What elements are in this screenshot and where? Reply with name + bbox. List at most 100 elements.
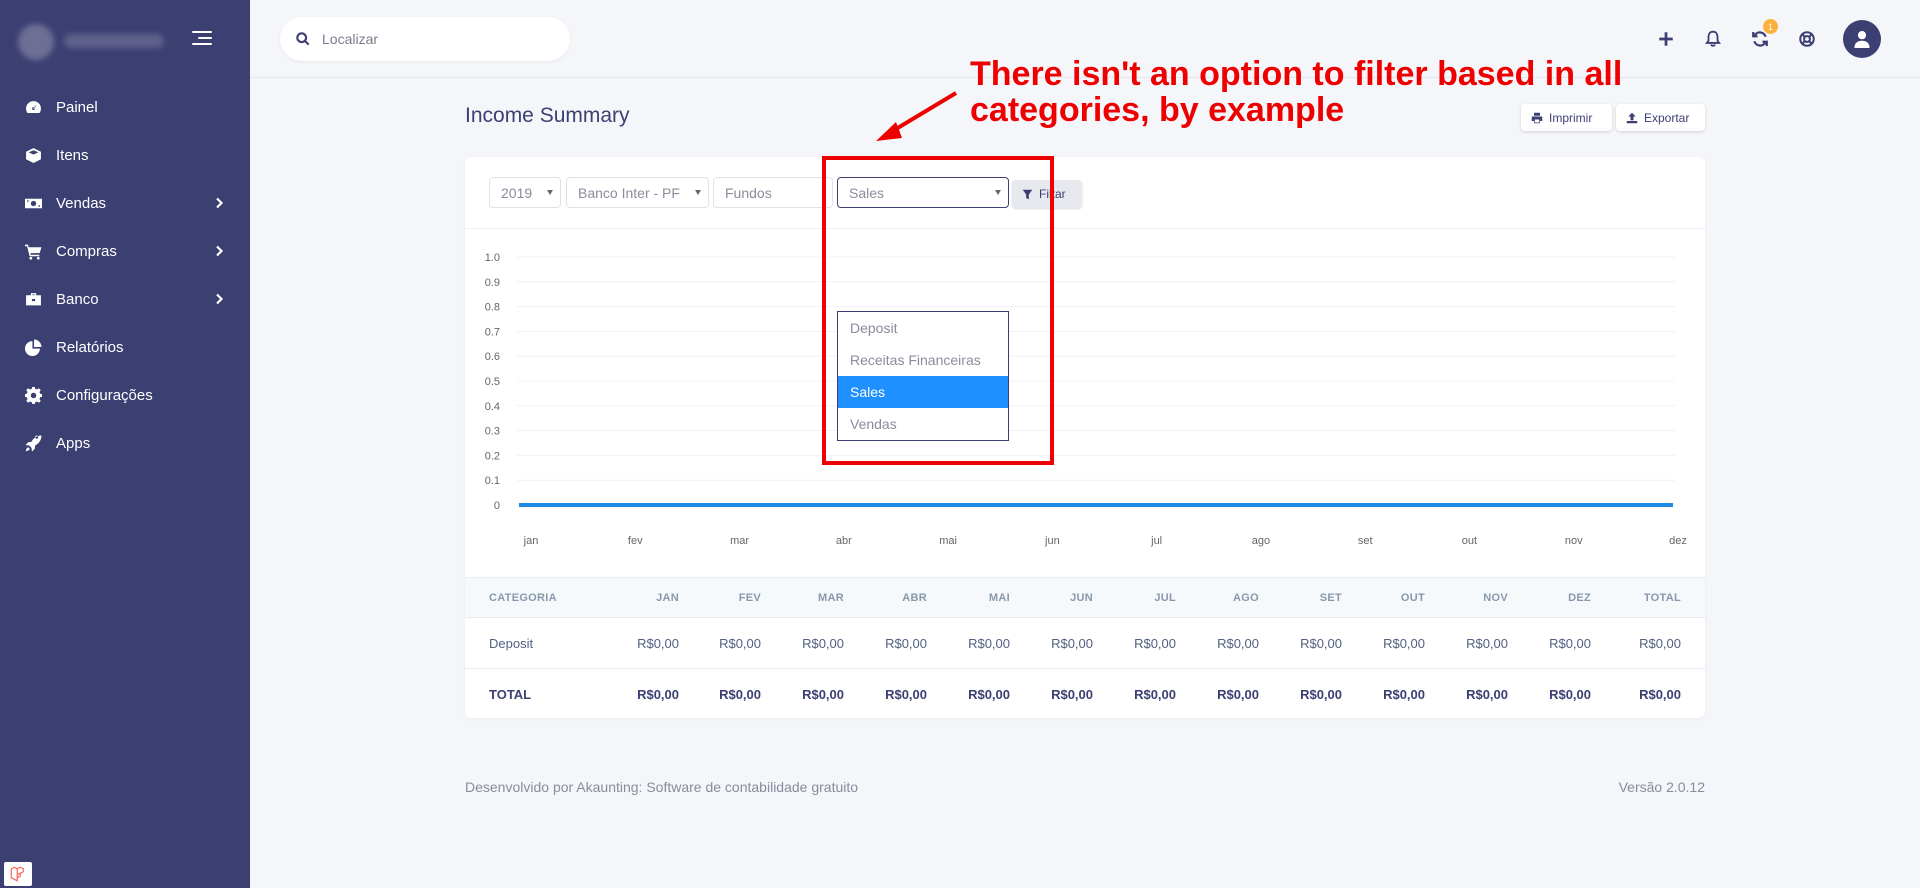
sidebar-item-apps[interactable]: Apps	[0, 419, 250, 467]
filter-button-label: Filtar	[1039, 187, 1066, 201]
gauge-icon	[24, 98, 42, 116]
table-row: Deposit R$0,00 R$0,00 R$0,00 R$0,00 R$0,00 R$0…	[465, 618, 1705, 669]
dropdown-option[interactable]: Receitas Financeiras	[838, 344, 1008, 376]
sync-badge: 1	[1763, 19, 1778, 34]
category-select-value: Sales	[849, 184, 885, 201]
sidebar-item-compras[interactable]: Compras	[0, 227, 250, 275]
sidebar-item-vendas[interactable]: Vendas	[0, 179, 250, 227]
y-tick-label: 0.2	[485, 450, 500, 462]
caret-down-icon	[547, 190, 553, 195]
x-tick-label: jun	[1044, 535, 1060, 547]
table-cell-value: R$0,00	[1217, 687, 1259, 702]
search-box[interactable]	[280, 17, 570, 61]
cart-icon	[24, 242, 42, 260]
table-cell-value: R$0,00	[968, 687, 1010, 702]
x-tick-label: fev	[628, 535, 643, 547]
sidebar-item-label: Compras	[56, 242, 117, 260]
filter-funnel-icon	[1022, 189, 1033, 199]
table-cell-value: R$0,00	[1134, 635, 1176, 651]
footer-version: Versão 2.0.12	[1618, 779, 1705, 795]
page-title: Income Summary	[465, 104, 630, 127]
annotation-text: There isn't an option to filter based in…	[970, 55, 1623, 129]
account-select[interactable]: Banco Inter - PF	[566, 177, 709, 208]
account-select-value: Banco Inter - PF	[578, 184, 680, 201]
search-icon	[296, 32, 310, 46]
dropdown-option[interactable]: Deposit	[838, 312, 1008, 344]
table-cell-value: R$0,00	[1639, 687, 1681, 702]
table-cell-value: R$0,00	[1217, 635, 1259, 651]
annotation-arrow	[876, 91, 958, 141]
rocket-icon	[24, 434, 42, 452]
x-tick-label: jul	[1150, 535, 1162, 547]
debugbar-laravel-icon[interactable]	[4, 862, 32, 886]
table-header-cell: DEZ	[1568, 591, 1591, 604]
table-cell-value: R$0,00	[637, 635, 679, 651]
customer-select-value: Fundos	[725, 184, 772, 201]
briefcase-icon	[24, 290, 42, 308]
filter-button[interactable]: Filtar	[1012, 180, 1082, 208]
table-header-cell: JAN	[656, 591, 679, 604]
table-cell-value: R$0,00	[1549, 687, 1591, 702]
pie-chart-icon	[24, 338, 42, 356]
table-total-row: TOTAL R$0,00 R$0,00 R$0,00 R$0,00 R$0,00 R$0,0…	[465, 669, 1705, 720]
caret-down-icon	[995, 190, 1001, 195]
x-tick-label: dez	[1669, 535, 1687, 547]
table-cell-value: R$0,00	[1383, 687, 1425, 702]
x-tick-label: jan	[523, 535, 539, 547]
y-tick-label: 0.4	[485, 401, 500, 413]
report-card: 2019 Banco Inter - PF Fundos Sales Filta…	[465, 157, 1705, 718]
table-cell-value: R$0,00	[1466, 635, 1508, 651]
user-avatar[interactable]	[1843, 20, 1881, 58]
y-tick-label: 0.3	[485, 426, 500, 438]
sidebar-item-label: Itens	[56, 146, 89, 164]
y-tick-label: 0.7	[485, 326, 500, 338]
sidebar-item-configuracoes[interactable]: Configurações	[0, 371, 250, 419]
table-header-cell: TOTAL	[1643, 591, 1681, 604]
caret-down-icon	[695, 190, 701, 195]
table-cell-value: R$0,00	[802, 687, 844, 702]
sidebar-item-itens[interactable]: Itens	[0, 131, 250, 179]
chevron-right-icon	[212, 244, 226, 258]
dropdown-option[interactable]: Vendas	[838, 408, 1008, 440]
y-tick-label: 0	[494, 500, 500, 512]
y-tick-label: 0.9	[485, 277, 500, 289]
y-tick-label: 0.5	[485, 376, 500, 388]
table-cell-value: R$0,00	[637, 687, 679, 702]
table-header-cell: JUN	[1070, 591, 1093, 604]
sidebar-item-label: Configurações	[56, 386, 153, 404]
sidebar-item-relatorios[interactable]: Relatórios	[0, 323, 250, 371]
sidebar-item-label: Banco	[56, 290, 99, 308]
bell-icon[interactable]	[1701, 27, 1725, 51]
category-dropdown-list: Deposit Receitas Financeiras Sales Vendas	[837, 311, 1009, 441]
plus-icon[interactable]	[1654, 27, 1678, 51]
company-logo[interactable]	[18, 22, 168, 60]
search-input[interactable]	[322, 31, 542, 47]
x-tick-label: mai	[939, 535, 957, 547]
customer-select[interactable]: Fundos	[713, 177, 833, 208]
money-bill-icon	[24, 194, 42, 212]
income-line-chart: 0 0.1 0.2 0.3 0.4 0.5 0.6 0.7 0.8 0.9 1.0 jan fev mar…	[485, 252, 1687, 547]
sidebar-item-banco[interactable]: Banco	[0, 275, 250, 323]
year-select[interactable]: 2019	[489, 177, 561, 208]
category-select[interactable]: Sales	[837, 177, 1009, 208]
y-tick-label: 0.6	[485, 351, 500, 363]
x-tick-label: mar	[730, 535, 749, 547]
y-tick-label: 0.8	[485, 302, 500, 314]
table-cell-value: R$0,00	[1051, 687, 1093, 702]
sync-icon[interactable]: 1	[1748, 19, 1778, 51]
table-header-cell: MAI	[988, 591, 1010, 604]
sidebar-item-painel[interactable]: Painel	[0, 83, 250, 131]
table-header-cell: SET	[1319, 591, 1342, 604]
table-header-cell: MAR	[818, 591, 844, 604]
x-tick-label: nov	[1565, 535, 1583, 547]
sidebar-toggle-icon[interactable]	[192, 31, 212, 47]
support-lifebuoy-icon[interactable]	[1795, 27, 1819, 51]
table-header-cell: FEV	[738, 591, 761, 604]
sidebar-item-label: Vendas	[56, 194, 107, 212]
year-select-value: 2019	[501, 184, 533, 201]
table-cell-value: R$0,00	[1549, 635, 1591, 651]
dropdown-option[interactable]: Sales	[838, 376, 1008, 408]
user-icon	[1854, 31, 1870, 48]
table-header-cell: CATEGORIA	[489, 591, 557, 604]
table-cell-category: TOTAL	[489, 687, 532, 702]
